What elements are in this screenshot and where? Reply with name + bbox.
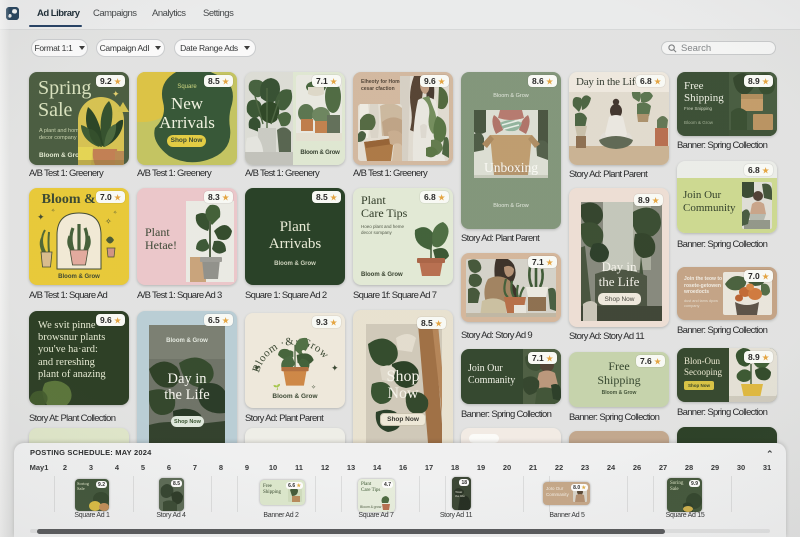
svg-text:✦: ✦ [37,212,45,222]
svg-text:✦: ✦ [253,363,261,373]
svg-text:🌱: 🌱 [273,383,281,391]
svg-text:✧: ✧ [113,210,117,216]
svg-text:✧: ✧ [51,208,55,214]
svg-text:✧: ✧ [311,384,316,391]
svg-text:✦: ✦ [331,363,339,373]
svg-text:✧: ✧ [105,217,112,226]
